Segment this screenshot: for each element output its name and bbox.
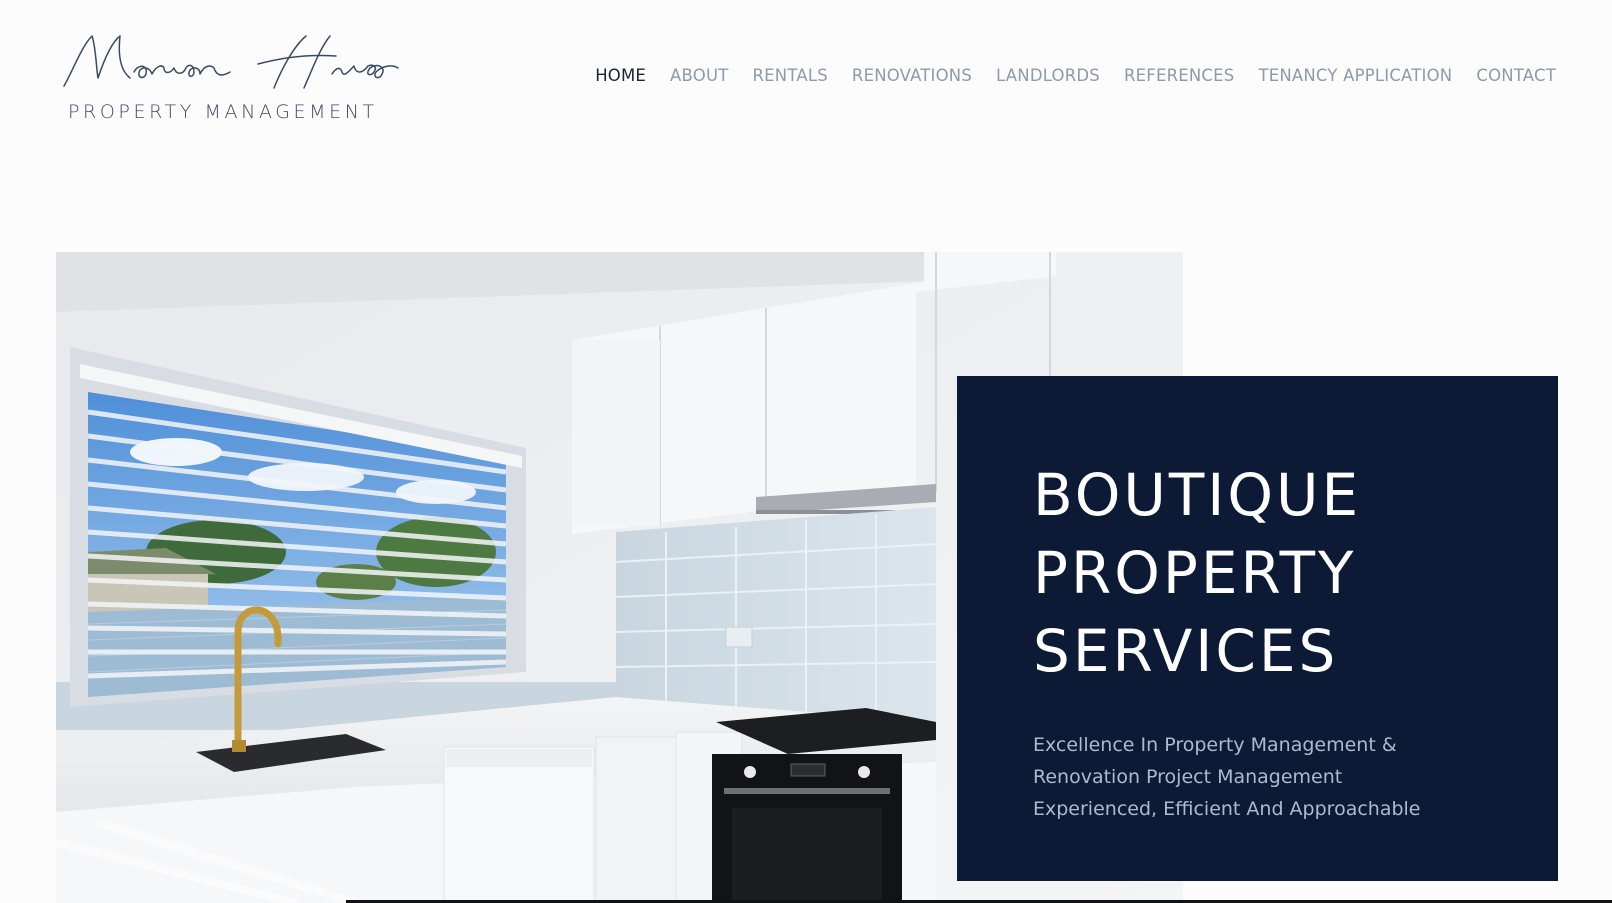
nav-rentals[interactable]: RENTALS [753, 66, 828, 85]
hero-title-line: BOUTIQUE [1033, 461, 1362, 529]
nav-renovations[interactable]: RENOVATIONS [852, 66, 972, 85]
hero-title: BOUTIQUE PROPERTY SERVICES [1033, 456, 1361, 690]
nav-contact[interactable]: CONTACT [1476, 66, 1556, 85]
nav-landlords[interactable]: LANDLORDS [996, 66, 1100, 85]
page: PROPERTY MANAGEMENT HOME ABOUT RENTALS R… [0, 0, 1612, 903]
hero-card: BOUTIQUE PROPERTY SERVICES Excellence In… [957, 376, 1558, 881]
main-nav: HOME ABOUT RENTALS RENOVATIONS LANDLORDS… [595, 66, 1556, 85]
nav-references[interactable]: REFERENCES [1124, 66, 1234, 85]
hero-tagline-line: Excellence In Property Management & [1033, 734, 1397, 756]
hero-title-line: PROPERTY [1033, 539, 1357, 607]
signature-logo-icon [63, 35, 399, 89]
hero-tagline-line: Experienced, Efficient And Approachable [1033, 798, 1421, 820]
hero-tagline-line: Renovation Project Management [1033, 766, 1343, 788]
hero-title-line: SERVICES [1033, 617, 1339, 685]
logo-subtitle: PROPERTY MANAGEMENT [68, 101, 378, 123]
nav-home[interactable]: HOME [595, 66, 646, 85]
hero-tagline: Excellence In Property Management & Reno… [1033, 729, 1421, 825]
nav-tenancy-application[interactable]: TENANCY APPLICATION [1258, 66, 1452, 85]
nav-about[interactable]: ABOUT [670, 66, 728, 85]
brand-logo[interactable]: PROPERTY MANAGEMENT [60, 28, 400, 128]
